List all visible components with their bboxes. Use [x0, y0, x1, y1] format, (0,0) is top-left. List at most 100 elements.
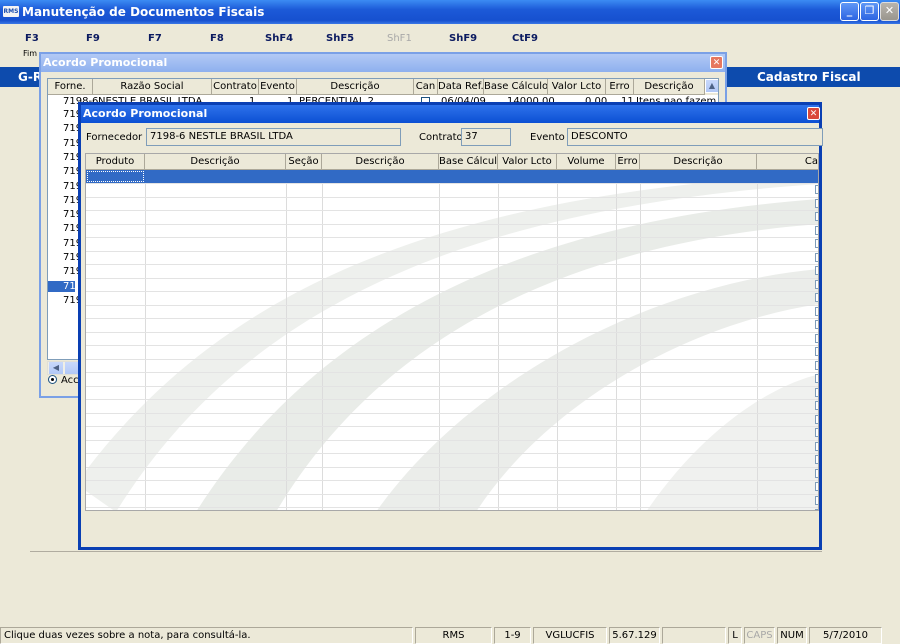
row-checkbox[interactable] [815, 239, 818, 248]
grid-column-line [439, 170, 440, 510]
row-checkbox[interactable] [815, 509, 818, 510]
scroll-up-button[interactable]: ▲ [705, 79, 718, 93]
row-checkbox[interactable] [815, 428, 818, 437]
fkey-shf4[interactable]: ShF4 [265, 33, 293, 44]
col-descricao-produto[interactable]: Descrição [145, 154, 286, 170]
dialog2-close-button[interactable]: ✕ [807, 107, 820, 120]
row-checkbox[interactable] [815, 468, 818, 478]
col-base-calculo[interactable]: Base Cálculo [484, 79, 548, 95]
radio-button[interactable] [48, 375, 57, 384]
grid-column-line [616, 170, 617, 510]
grid-row-line [86, 385, 818, 387]
contrato-field[interactable]: 37 [461, 128, 511, 146]
row-checkbox[interactable] [815, 252, 818, 262]
main-title-bar[interactable]: RMS Manutenção de Documentos Fiscais _ ❐… [0, 0, 900, 24]
row-checkbox[interactable] [815, 212, 818, 221]
col-valor-lcto[interactable]: Valor Lcto [498, 154, 557, 170]
fkey-f7[interactable]: F7 [148, 33, 162, 44]
col-descricao-erro[interactable]: Descrição [640, 154, 757, 170]
row-checkbox[interactable] [815, 225, 818, 235]
grid-row-line [86, 250, 818, 252]
grid-row-line [86, 507, 818, 508]
row-checkbox[interactable] [815, 198, 818, 208]
row-checkbox[interactable] [815, 482, 818, 491]
dialog2-title[interactable]: Acordo Promocional [81, 105, 819, 123]
row-checkbox[interactable] [815, 374, 818, 383]
col-erro[interactable]: Erro [616, 154, 640, 170]
grid-row-line [86, 277, 818, 279]
col-erro[interactable]: Erro [606, 79, 634, 95]
row-checkbox[interactable] [815, 279, 818, 289]
col-valor-lcto[interactable]: Valor Lcto [548, 79, 606, 95]
row-checkbox[interactable] [815, 414, 818, 424]
col-descricao-secao[interactable]: Descrição [322, 154, 439, 170]
banner-title: Cadastro Fiscal [757, 70, 861, 84]
row-checkbox[interactable] [815, 401, 818, 410]
dialog2-title-text: Acordo Promocional [83, 107, 208, 120]
minimize-button[interactable]: _ [840, 2, 859, 21]
selected-grid-row[interactable] [86, 170, 818, 183]
col-razao-social[interactable]: Razão Social [93, 79, 212, 95]
col-base-calculo[interactable]: Base Cálculo [439, 154, 498, 170]
col-contrato[interactable]: Contrato [212, 79, 259, 95]
dialog1-title-text: Acordo Promocional [43, 56, 168, 69]
col-produto[interactable]: Produto [86, 154, 145, 170]
fkey-f8[interactable]: F8 [210, 33, 224, 44]
grid-row-line [86, 493, 818, 495]
produto-grid-header: Produto Descrição Seção Descrição Base C… [86, 154, 818, 170]
maximize-button[interactable]: ❐ [860, 2, 879, 21]
col-forne[interactable]: Forne. [48, 79, 93, 95]
acordo-promocional-detail-dialog[interactable]: Acordo Promocional ✕ Fornecedor 7198-6 N… [78, 102, 823, 550]
row-checkbox[interactable] [815, 293, 818, 302]
close-button[interactable]: ✕ [880, 2, 899, 21]
evento-field[interactable]: DESCONTO [567, 128, 823, 146]
row-checkbox[interactable] [815, 320, 818, 329]
focused-cell[interactable] [87, 171, 144, 182]
row-checkbox[interactable] [815, 347, 818, 356]
grid-row-line [86, 399, 818, 400]
grid-row-line [86, 183, 818, 184]
acordo-list-header: Forne. Razão Social Contrato Evento Desc… [48, 79, 718, 95]
scroll-left-button[interactable]: ◀ [49, 362, 63, 374]
dialog1-close-button[interactable]: ✕ [710, 56, 723, 69]
row-checkbox[interactable] [815, 306, 818, 316]
col-secao[interactable]: Seção [286, 154, 322, 170]
col-evento[interactable]: Evento [259, 79, 297, 95]
fkey-shf9[interactable]: ShF9 [449, 33, 477, 44]
grid-row-line [86, 453, 818, 454]
fkey-ctf9[interactable]: CtF9 [512, 33, 538, 44]
col-data-ref[interactable]: Data Ref. [438, 79, 484, 95]
status-user: VGLUCFIS [533, 627, 607, 644]
row-checkbox[interactable] [815, 333, 818, 343]
list-item[interactable]: 719 [48, 280, 82, 292]
col-volume[interactable]: Volume [557, 154, 616, 170]
col-descricao[interactable]: Descrição [297, 79, 414, 95]
grid-row-line [86, 210, 818, 211]
row-checkbox[interactable] [815, 441, 818, 451]
row-checkbox[interactable] [815, 455, 818, 464]
fkey-shf5[interactable]: ShF5 [326, 33, 354, 44]
grid-row-line [86, 439, 818, 441]
radio-option[interactable]: Acc [48, 375, 79, 386]
close-icon: ✕ [712, 58, 721, 68]
grid-row-line [86, 196, 818, 198]
fornecedor-field[interactable]: 7198-6 NESTLE BRASIL LTDA [146, 128, 401, 146]
col-can[interactable]: Ca [757, 154, 818, 170]
dialog1-title[interactable]: Acordo Promocional [41, 54, 725, 72]
row-checkbox[interactable] [815, 387, 818, 397]
fkey-f9[interactable]: F9 [86, 33, 100, 44]
row-checkbox[interactable] [815, 495, 818, 505]
grid-row-line [86, 358, 818, 360]
col-can[interactable]: Can [414, 79, 438, 95]
fkey-f3[interactable]: F3 [25, 33, 39, 44]
row-checkbox[interactable] [815, 360, 818, 370]
grid-row-line [86, 466, 818, 468]
fkey-shf1: ShF1 [387, 33, 412, 44]
grid-row-line [86, 480, 818, 481]
col-descricao-erro[interactable]: Descrição [634, 79, 705, 95]
produto-grid[interactable]: Produto Descrição Seção Descrição Base C… [85, 153, 819, 511]
status-range: 1-9 [494, 627, 531, 644]
grid-column-line [498, 170, 499, 510]
row-checkbox[interactable] [815, 185, 818, 194]
row-checkbox[interactable] [815, 266, 818, 275]
